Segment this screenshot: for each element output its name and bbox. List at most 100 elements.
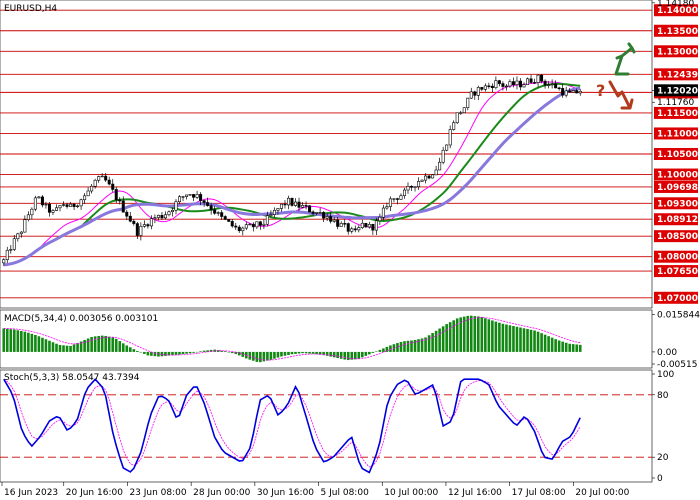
candle-body-85 <box>301 205 305 208</box>
candle-body-140 <box>494 80 498 89</box>
candle-body-149 <box>526 78 530 85</box>
candle-body-117 <box>413 186 417 188</box>
macd-bar-121 <box>427 335 431 352</box>
candle-body-83 <box>294 201 298 206</box>
macd-tick-label-1: 0.00 <box>657 348 677 358</box>
candle-body-92 <box>325 216 329 219</box>
macd-bar-122 <box>431 333 434 352</box>
macd-bar-123 <box>434 330 438 352</box>
macd-bar-144 <box>508 325 512 352</box>
macd-bar-106 <box>375 351 378 352</box>
candle-body-156 <box>550 83 554 86</box>
candle-body-154 <box>543 80 547 86</box>
time-tick-label-0: 16 Jun 2023 <box>4 488 58 498</box>
candle-body-10 <box>37 196 41 199</box>
level-label-10: 1.09300 <box>657 199 698 209</box>
macd-bar-0 <box>2 328 6 352</box>
macd-bar-159 <box>561 341 564 352</box>
macd-bar-12 <box>44 339 48 352</box>
macd-bar-140 <box>494 321 498 352</box>
candle-body-5 <box>19 231 23 235</box>
macd-bar-102 <box>361 351 364 358</box>
macd-bar-132 <box>466 315 470 352</box>
candle-body-16 <box>58 205 62 209</box>
candle-body-69 <box>244 224 248 229</box>
macd-bar-164 <box>578 344 582 352</box>
candle-body-111 <box>392 198 396 200</box>
candle-body-33 <box>118 199 122 202</box>
candle-body-93 <box>329 216 333 222</box>
time-tick-label-4: 30 Jun 16:00 <box>257 488 314 498</box>
symbol-title: EURUSD,H4 <box>4 4 57 14</box>
candle-body-70 <box>248 223 252 226</box>
macd-bar-105 <box>371 351 375 353</box>
candle-body-141 <box>497 80 501 84</box>
candle-body-23 <box>83 195 87 201</box>
macd-bar-32 <box>114 338 118 352</box>
candle-body-133 <box>469 91 473 99</box>
macd-bar-113 <box>399 341 403 352</box>
macd-bar-145 <box>512 326 515 352</box>
macd-bar-110 <box>389 345 392 352</box>
macd-bar-38 <box>136 350 139 352</box>
level-label-13: 1.08000 <box>657 253 698 263</box>
level-label-12: 1.08500 <box>657 232 698 242</box>
candle-body-6 <box>23 219 27 233</box>
candle-body-86 <box>304 205 308 207</box>
candle-body-71 <box>251 223 255 228</box>
macd-bar-81 <box>287 351 290 356</box>
macd-bar-52 <box>185 351 188 354</box>
macd-bar-5 <box>20 330 23 352</box>
candle-body-121 <box>427 175 431 179</box>
candle-body-146 <box>515 80 519 85</box>
candle-body-139 <box>490 85 494 89</box>
time-tick-label-7: 12 Jul 16:00 <box>448 488 502 498</box>
candle-body-4 <box>16 233 20 240</box>
candle-body-99 <box>350 228 354 232</box>
candle-body-73 <box>258 221 262 226</box>
macd-bar-13 <box>48 340 51 352</box>
macd-bar-40 <box>143 351 146 354</box>
candle-body-72 <box>255 221 259 228</box>
candle-body-138 <box>487 85 491 87</box>
macd-bar-86 <box>304 351 308 354</box>
candle-body-126 <box>445 144 449 151</box>
macd-bar-143 <box>505 324 508 352</box>
macd-bar-73 <box>259 351 262 363</box>
macd-bar-2 <box>9 329 13 352</box>
time-tick-label-8: 17 Jul 08:00 <box>512 488 566 498</box>
macd-bar-56 <box>199 351 202 352</box>
macd-bar-16 <box>58 344 62 352</box>
candle-body-58 <box>206 202 210 206</box>
candle-body-143 <box>504 85 508 88</box>
candle-body-20 <box>72 203 76 207</box>
macd-bar-138 <box>487 319 491 352</box>
macd-bar-100 <box>353 351 357 360</box>
candle-body-81 <box>286 197 290 206</box>
macd-bar-96 <box>339 351 343 359</box>
time-tick-label-3: 28 Jun 00:00 <box>193 488 250 498</box>
macd-bar-14 <box>51 342 55 352</box>
candle-body-78 <box>276 208 280 211</box>
stochastic-panel: Stoch(5,3,3) 58.0547 43.7394 <box>0 369 653 483</box>
candle-body-74 <box>262 223 266 226</box>
candle-body-129 <box>455 112 459 124</box>
candle-body-26 <box>93 179 97 187</box>
macd-bar-154 <box>543 334 547 352</box>
macd-bar-127 <box>448 322 452 352</box>
macd-bar-93 <box>329 351 332 357</box>
candle-body-82 <box>290 197 294 206</box>
candle-body-134 <box>473 91 477 96</box>
candle-body-38 <box>135 223 139 236</box>
macd-bar-7 <box>27 332 30 352</box>
macd-bar-57 <box>202 350 206 352</box>
macd-bar-163 <box>575 344 579 352</box>
stoch-tick-label-0: 100 <box>657 370 674 380</box>
candle-body-19 <box>69 203 73 207</box>
macd-bar-124 <box>438 328 441 352</box>
candle-body-164 <box>578 90 582 94</box>
candle-body-1 <box>5 249 9 260</box>
macd-bar-115 <box>406 340 410 352</box>
macd-bar-18 <box>65 345 69 352</box>
question-mark-icon: ? <box>596 81 605 100</box>
